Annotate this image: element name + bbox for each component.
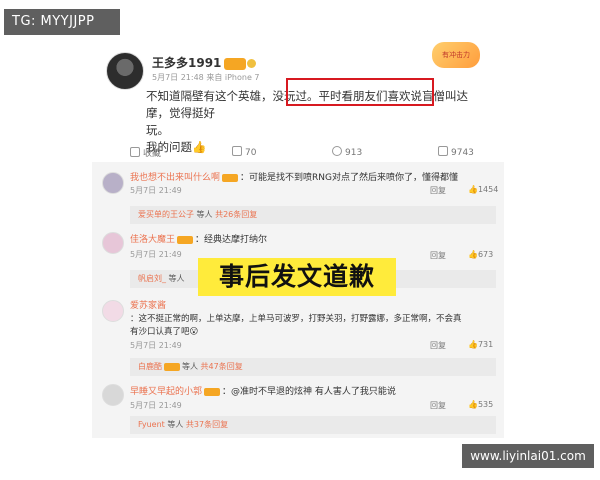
vip-badge-icon (222, 173, 239, 182)
reply-suffix: 等人 (182, 362, 198, 371)
vip-badge-icon (177, 235, 194, 244)
reply-summary[interactable]: 爱买单的王公子 等人 共26条回复 (130, 206, 496, 224)
reply-user[interactable]: 帆启刘_ (138, 274, 166, 283)
comment-like-count: 731 (477, 340, 494, 349)
comment-like-button[interactable]: 👍1454 (468, 185, 498, 194)
repost-count: 70 (245, 148, 257, 158)
comment-body: ：这不挺正常的啊，上单达摩，上单马可波罗，打野关羽，打野露娜，多正常啊，不会真 (130, 314, 462, 324)
reply-suffix: 等人 (196, 210, 213, 219)
comment-time: 5月7日 21:49 (130, 186, 182, 195)
reply-button[interactable]: 回复 (430, 340, 446, 351)
reply-button[interactable]: 回复 (430, 185, 446, 196)
comment-like-button[interactable]: 👍673 (468, 250, 493, 259)
post-actions: 收藏 70 913 9743 (92, 146, 504, 160)
comment-body: ：@准时不早退的炫神 有人害人了我只能说 (222, 387, 396, 397)
comment-body-line2: 有沙口认真了吧😮 (130, 327, 199, 337)
comment-like-count: 673 (477, 250, 494, 259)
comment-user[interactable]: 佳洛大魔王 (130, 235, 175, 245)
favorite-button[interactable]: 收藏 (130, 146, 161, 159)
comment-like-count: 535 (477, 400, 494, 409)
post-meta: 5月7日 21:48 来自 iPhone 7 (152, 73, 260, 82)
comment-body: ：可能是找不到喷RNG对点了然后来喷你了，懂得都懂 (240, 173, 458, 183)
reply-count: 共47条回复 (200, 362, 243, 371)
watermark-tg: TG: MYYJJPP (4, 9, 120, 35)
comment-user[interactable]: 我也想不出来叫什么啊 (130, 173, 220, 183)
comment-time: 5月7日 21:49 (130, 250, 182, 259)
comment-avatar[interactable] (102, 232, 124, 254)
like-count: 9743 (451, 148, 474, 158)
comment-like-button[interactable]: 👍731 (468, 340, 493, 349)
vip-badge-icon (204, 387, 221, 396)
comment-body-line2-text: 有沙口认真了吧 (130, 327, 190, 337)
reply-suffix: 等人 (168, 274, 185, 283)
comment-time: 5月7日 21:49 (130, 401, 182, 410)
comment-count: 913 (345, 148, 363, 158)
like-icon (438, 146, 448, 156)
reply-count: 共26条回复 (215, 210, 258, 219)
repost-button[interactable]: 70 (232, 146, 256, 158)
reply-user[interactable]: Fyuent (138, 420, 165, 429)
comment-user[interactable]: 早睡又早起的小郭 (130, 387, 202, 397)
favorite-label: 收藏 (143, 149, 162, 159)
reply-summary[interactable]: 白鹿酷 等人 共47条回复 (130, 358, 496, 376)
comment-icon (332, 146, 342, 156)
comment-text: 佳洛大魔王 ：经典达摩打纳尔 (130, 232, 267, 245)
comment-avatar[interactable] (102, 300, 124, 322)
author-avatar[interactable] (106, 52, 144, 90)
comment-like-count: 1454 (477, 185, 499, 194)
reply-summary[interactable]: Fyuent 等人 共37条回复 (130, 416, 496, 434)
reply-user[interactable]: 爱买单的王公子 (138, 210, 194, 219)
reply-suffix: 等人 (167, 420, 184, 429)
comment-time: 5月7日 21:49 (130, 341, 182, 350)
post-text-line2: 玩。 (146, 123, 169, 137)
comment-list: 我也想不出来叫什么啊 ：可能是找不到喷RNG对点了然后来喷你了，懂得都懂 5月7日… (92, 162, 504, 438)
corner-badge: 有冲击力 (432, 42, 480, 68)
comment-avatar[interactable] (102, 172, 124, 194)
highlight-box (286, 78, 434, 106)
watermark-site: www.liyinlai01.com (462, 444, 594, 468)
star-icon (130, 147, 140, 157)
comment-user[interactable]: 爱苏家酱 (130, 301, 166, 311)
vip-badge-icon (224, 57, 257, 70)
comment-avatar[interactable] (102, 384, 124, 406)
comment-text: 早睡又早起的小郭 ：@准时不早退的炫神 有人害人了我只能说 (130, 384, 396, 397)
vip-badge-icon (164, 362, 180, 371)
reply-user[interactable]: 白鹿酷 (138, 362, 162, 371)
weibo-post-card: 王多多1991 5月7日 21:48 来自 iPhone 7 有冲击力 不知道隔… (92, 38, 504, 438)
apology-banner: 事后发文道歉 (198, 258, 396, 296)
comment-button[interactable]: 913 (332, 146, 362, 158)
repost-icon (232, 146, 242, 156)
reply-button[interactable]: 回复 (430, 400, 446, 411)
reply-button[interactable]: 回复 (430, 250, 446, 261)
comment-text: 我也想不出来叫什么啊 ：可能是找不到喷RNG对点了然后来喷你了，懂得都懂 (130, 170, 458, 183)
comment-text: 爱苏家酱 (130, 298, 166, 311)
reply-count: 共37条回复 (185, 420, 229, 429)
author-name-text: 王多多1991 (152, 56, 222, 70)
author-name[interactable]: 王多多1991 (152, 54, 257, 71)
like-button[interactable]: 9743 (438, 146, 474, 158)
comment-body: ：经典达摩打纳尔 (195, 235, 268, 245)
comment-like-button[interactable]: 👍535 (468, 400, 493, 409)
